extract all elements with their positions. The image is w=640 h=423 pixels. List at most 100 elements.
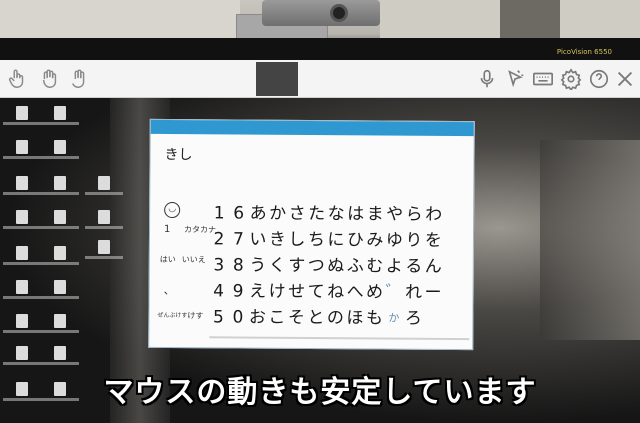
key[interactable]: よ xyxy=(385,254,403,280)
key[interactable]: え xyxy=(249,279,267,305)
key-delete-all[interactable]: ぜんぶけす xyxy=(157,310,187,319)
key-small-kana[interactable]: か xyxy=(385,306,403,332)
key[interactable]: む xyxy=(366,253,384,279)
desktop-icon[interactable] xyxy=(40,246,80,274)
key[interactable]: み xyxy=(366,227,384,253)
key-no[interactable]: いいえ xyxy=(182,254,206,265)
key-one[interactable]: 1 xyxy=(164,224,170,235)
key[interactable]: こ xyxy=(268,305,286,331)
desktop-icon[interactable] xyxy=(2,140,42,168)
desktop-icon[interactable] xyxy=(2,280,42,308)
key[interactable]: ぬ xyxy=(327,253,345,279)
microphone-icon[interactable] xyxy=(474,66,500,92)
key-yes[interactable]: はい xyxy=(160,254,176,265)
close-icon[interactable] xyxy=(612,66,638,92)
desktop-icon[interactable] xyxy=(40,140,80,168)
window-titlebar[interactable] xyxy=(150,119,474,137)
key[interactable]: く xyxy=(268,253,286,279)
key[interactable]: ん xyxy=(424,254,442,280)
key-comma[interactable]: 、 xyxy=(164,282,175,298)
key[interactable]: 9 xyxy=(229,278,247,304)
key[interactable]: き xyxy=(268,227,286,253)
key[interactable]: 2 xyxy=(210,226,228,252)
settings-icon[interactable] xyxy=(558,66,584,92)
key[interactable]: 5 xyxy=(209,304,227,330)
key[interactable]: ろ xyxy=(404,306,422,332)
key-delete[interactable]: けす xyxy=(187,310,203,321)
key[interactable]: を xyxy=(424,228,442,254)
smiley-icon[interactable]: ◡ xyxy=(164,201,181,219)
key[interactable]: け xyxy=(268,279,286,305)
key[interactable]: か xyxy=(269,201,287,227)
wallpaper-detail xyxy=(540,140,640,340)
key[interactable]: れ xyxy=(405,280,423,306)
key[interactable]: 0 xyxy=(229,304,247,330)
desktop-icon[interactable] xyxy=(2,246,42,274)
key[interactable]: つ xyxy=(307,253,325,279)
key[interactable]: や xyxy=(386,202,404,228)
key[interactable]: ひ xyxy=(346,227,364,253)
desktop-icon[interactable] xyxy=(84,176,124,204)
eye-tracker-toolbar xyxy=(0,60,640,98)
key[interactable]: は xyxy=(347,201,365,227)
wall-panel xyxy=(500,0,560,40)
key[interactable]: 6 xyxy=(230,200,248,226)
key[interactable]: て xyxy=(307,279,325,305)
key[interactable]: い xyxy=(249,227,267,253)
key[interactable]: お xyxy=(248,305,266,331)
desktop-icon[interactable] xyxy=(2,176,42,204)
key[interactable]: そ xyxy=(287,305,305,331)
key[interactable]: へ xyxy=(346,279,364,305)
desktop-icon[interactable] xyxy=(40,176,80,204)
key[interactable]: 1 xyxy=(210,200,228,226)
hand-swipe-icon[interactable] xyxy=(66,66,92,92)
desktop-icon[interactable] xyxy=(40,106,80,134)
key[interactable]: せ xyxy=(288,279,306,305)
pointer-icon[interactable] xyxy=(502,66,528,92)
key[interactable]: 7 xyxy=(229,226,247,252)
key[interactable]: わ xyxy=(425,202,443,228)
key[interactable]: ら xyxy=(405,202,423,228)
key[interactable]: な xyxy=(327,201,345,227)
key[interactable]: め xyxy=(366,279,384,305)
desktop-icon[interactable] xyxy=(84,240,124,268)
key[interactable]: の xyxy=(326,305,344,331)
key[interactable]: に xyxy=(327,227,345,253)
help-icon[interactable] xyxy=(586,66,612,92)
desktop-icon[interactable] xyxy=(2,106,42,134)
desktop-icon[interactable] xyxy=(40,280,80,308)
camera-preview-thumbnail xyxy=(256,62,298,96)
hand-tap-icon[interactable] xyxy=(4,66,30,92)
key[interactable]: と xyxy=(307,305,325,331)
key[interactable]: ゆ xyxy=(385,228,403,254)
key[interactable]: ふ xyxy=(346,253,364,279)
key[interactable]: さ xyxy=(288,201,306,227)
hand-grab-icon[interactable] xyxy=(36,66,62,92)
key[interactable]: ね xyxy=(327,279,345,305)
key[interactable]: 8 xyxy=(229,252,247,278)
key[interactable] xyxy=(424,306,442,332)
key[interactable]: た xyxy=(308,201,326,227)
desktop-icon[interactable] xyxy=(2,314,42,342)
text-input-display[interactable]: きし xyxy=(164,144,192,164)
key-dakuten[interactable]: ゛ xyxy=(385,280,403,306)
key[interactable]: す xyxy=(288,253,306,279)
key[interactable]: 4 xyxy=(210,278,228,304)
key[interactable]: あ xyxy=(249,201,267,227)
key[interactable]: 3 xyxy=(210,252,228,278)
key-long-vowel[interactable]: ー xyxy=(424,280,442,306)
key[interactable]: う xyxy=(249,253,267,279)
monitor-brand: PicoVision 6550 xyxy=(556,48,612,56)
desktop-icon[interactable] xyxy=(2,210,42,238)
key[interactable]: も xyxy=(365,305,383,331)
key[interactable]: る xyxy=(405,254,423,280)
desktop-icon[interactable] xyxy=(84,210,124,238)
key[interactable]: ち xyxy=(307,227,325,253)
keyboard-icon[interactable] xyxy=(530,66,556,92)
key[interactable]: り xyxy=(405,228,423,254)
key[interactable]: ほ xyxy=(346,305,364,331)
key[interactable]: し xyxy=(288,227,306,253)
desktop-icon[interactable] xyxy=(40,210,80,238)
desktop-icon[interactable] xyxy=(40,314,80,342)
key[interactable]: ま xyxy=(366,201,384,227)
